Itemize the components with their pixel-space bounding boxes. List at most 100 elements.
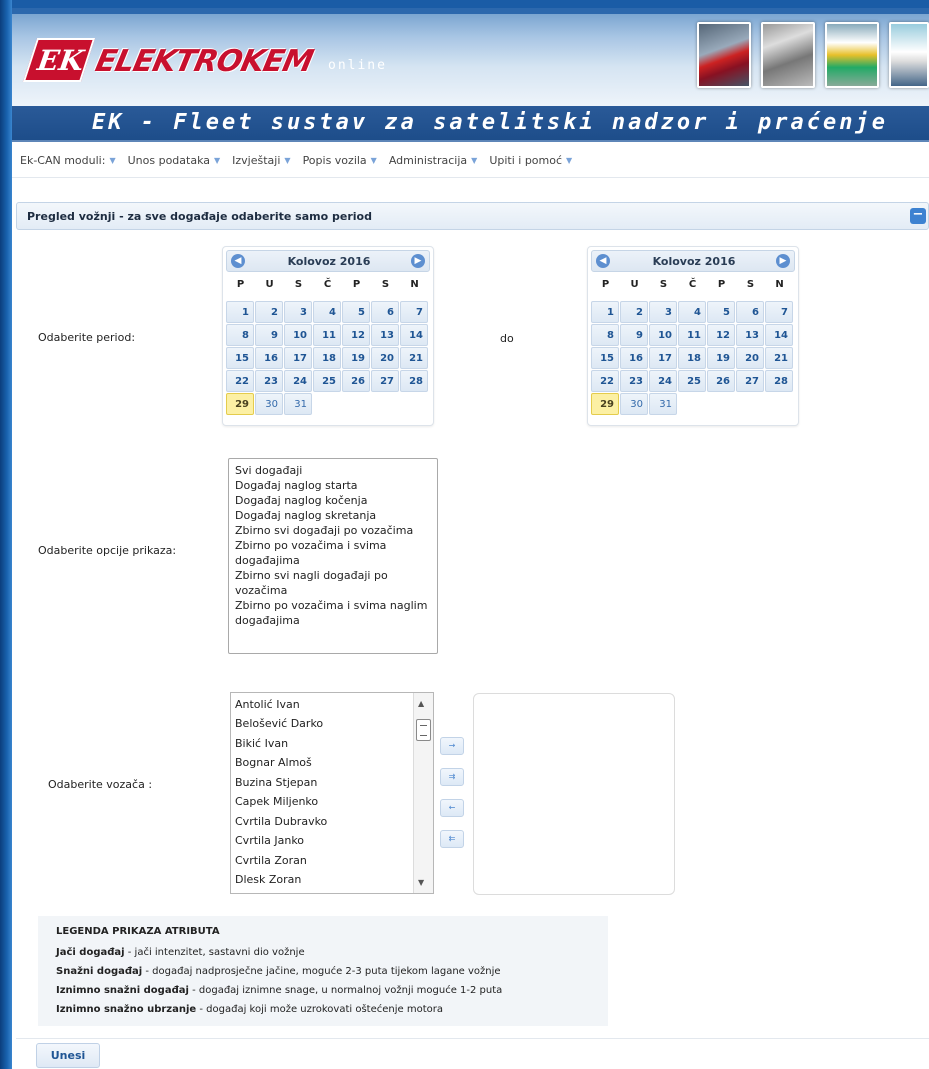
list-item[interactable]: Bikić Ivan [235,737,288,750]
calendar-day[interactable]: 7 [400,301,428,323]
calendar-day[interactable]: 5 [342,301,370,323]
list-item[interactable]: Capek Miljenko [235,795,318,808]
display-options-list[interactable]: Svi događaji Događaj naglog starta Događ… [228,458,438,654]
move-right-button[interactable]: → [440,737,464,755]
move-all-left-button[interactable]: ⇇ [440,830,464,848]
scrollbar[interactable]: ▲ ▼ [413,693,433,893]
calendar-day[interactable]: 29 [591,393,619,415]
calendar-day[interactable]: 8 [226,324,254,346]
collapse-icon[interactable]: − [910,208,926,224]
list-item[interactable]: Događaj naglog starta [235,478,431,493]
list-item[interactable]: Buzina Stjepan [235,776,317,789]
next-month-icon[interactable]: ▶ [411,254,425,268]
calendar-day[interactable]: 12 [342,324,370,346]
list-item[interactable]: Događaj naglog kočenja [235,493,431,508]
calendar-day[interactable]: 5 [707,301,735,323]
menu-ek-can-moduli[interactable]: Ek-CAN moduli: ▼ [20,154,116,167]
menu-unos-podataka[interactable]: Unos podataka ▼ [128,154,221,167]
calendar-day[interactable]: 29 [226,393,254,415]
list-item[interactable]: Dlesk Zoran [235,873,301,886]
list-item[interactable]: Cvrtila Janko [235,834,304,847]
calendar-day[interactable]: 30 [255,393,283,415]
calendar-day[interactable]: 11 [678,324,706,346]
calendar-day[interactable]: 27 [736,370,764,392]
calendar-day[interactable]: 31 [284,393,312,415]
driver-select[interactable]: Antolić Ivan Belošević Darko Bikić Ivan … [230,692,434,894]
calendar-day[interactable]: 27 [371,370,399,392]
calendar-day[interactable]: 20 [371,347,399,369]
submit-button[interactable]: Unesi [36,1043,100,1068]
calendar-day[interactable]: 22 [591,370,619,392]
calendar-day[interactable]: 28 [765,370,793,392]
calendar-day[interactable]: 19 [342,347,370,369]
menu-popis-vozila[interactable]: Popis vozila ▼ [303,154,377,167]
calendar-day[interactable]: 17 [284,347,312,369]
calendar-day[interactable]: 30 [620,393,648,415]
calendar-day[interactable]: 24 [284,370,312,392]
calendar-day[interactable]: 21 [400,347,428,369]
calendar-day[interactable]: 14 [765,324,793,346]
calendar-day[interactable]: 4 [313,301,341,323]
list-item[interactable]: Svi događaji [235,463,431,478]
calendar-day[interactable]: 16 [255,347,283,369]
calendar-day[interactable]: 7 [765,301,793,323]
calendar-day[interactable]: 6 [736,301,764,323]
calendar-day[interactable]: 26 [342,370,370,392]
menu-administracija[interactable]: Administracija ▼ [389,154,477,167]
move-left-button[interactable]: ← [440,799,464,817]
calendar-day[interactable]: 17 [649,347,677,369]
calendar-day[interactable]: 2 [620,301,648,323]
move-all-right-button[interactable]: ⇉ [440,768,464,786]
list-item[interactable]: Belošević Darko [235,717,323,730]
calendar-day[interactable]: 15 [591,347,619,369]
list-item[interactable]: Antolić Ivan [235,698,300,711]
selected-drivers-list[interactable] [473,693,675,895]
calendar-day[interactable]: 18 [313,347,341,369]
scroll-thumb[interactable] [416,719,431,741]
calendar-day[interactable]: 12 [707,324,735,346]
calendar-day[interactable]: 20 [736,347,764,369]
list-item[interactable]: Zbirno svi događaji po vozačima [235,523,431,538]
calendar-day[interactable]: 18 [678,347,706,369]
menu-izvjestaji[interactable]: Izvještaji ▼ [232,154,290,167]
calendar-day[interactable]: 25 [678,370,706,392]
calendar-day[interactable]: 15 [226,347,254,369]
calendar-day[interactable]: 13 [371,324,399,346]
list-item[interactable]: Cvrtila Dubravko [235,815,327,828]
menu-upiti-i-pomoc[interactable]: Upiti i pomoć ▼ [489,154,572,167]
calendar-day[interactable]: 3 [649,301,677,323]
calendar-day[interactable]: 11 [313,324,341,346]
calendar-day[interactable]: 19 [707,347,735,369]
scroll-up-icon[interactable]: ▲ [418,699,424,708]
calendar-day[interactable]: 2 [255,301,283,323]
calendar-day[interactable]: 16 [620,347,648,369]
calendar-day[interactable]: 24 [649,370,677,392]
calendar-day[interactable]: 9 [620,324,648,346]
list-item[interactable]: Zbirno po vozačima i svima naglim događa… [235,598,431,628]
calendar-day[interactable]: 31 [649,393,677,415]
calendar-day[interactable]: 22 [226,370,254,392]
next-month-icon[interactable]: ▶ [776,254,790,268]
calendar-day[interactable]: 9 [255,324,283,346]
calendar-day[interactable]: 28 [400,370,428,392]
scroll-down-icon[interactable]: ▼ [418,878,424,887]
calendar-day[interactable]: 10 [649,324,677,346]
list-item[interactable]: Zbirno svi nagli događaji po vozačima [235,568,431,598]
calendar-day[interactable]: 1 [591,301,619,323]
calendar-day[interactable]: 4 [678,301,706,323]
calendar-day[interactable]: 25 [313,370,341,392]
list-item[interactable]: Događaj naglog skretanja [235,508,431,523]
calendar-day[interactable]: 13 [736,324,764,346]
calendar-day[interactable]: 23 [255,370,283,392]
calendar-day[interactable]: 23 [620,370,648,392]
calendar-day[interactable]: 8 [591,324,619,346]
list-item[interactable]: Bognar Almoš [235,756,312,769]
calendar-day[interactable]: 6 [371,301,399,323]
calendar-day[interactable]: 1 [226,301,254,323]
calendar-day[interactable]: 26 [707,370,735,392]
calendar-day[interactable]: 21 [765,347,793,369]
calendar-day[interactable]: 3 [284,301,312,323]
calendar-day[interactable]: 10 [284,324,312,346]
calendar-day[interactable]: 14 [400,324,428,346]
list-item[interactable]: Cvrtila Zoran [235,854,307,867]
